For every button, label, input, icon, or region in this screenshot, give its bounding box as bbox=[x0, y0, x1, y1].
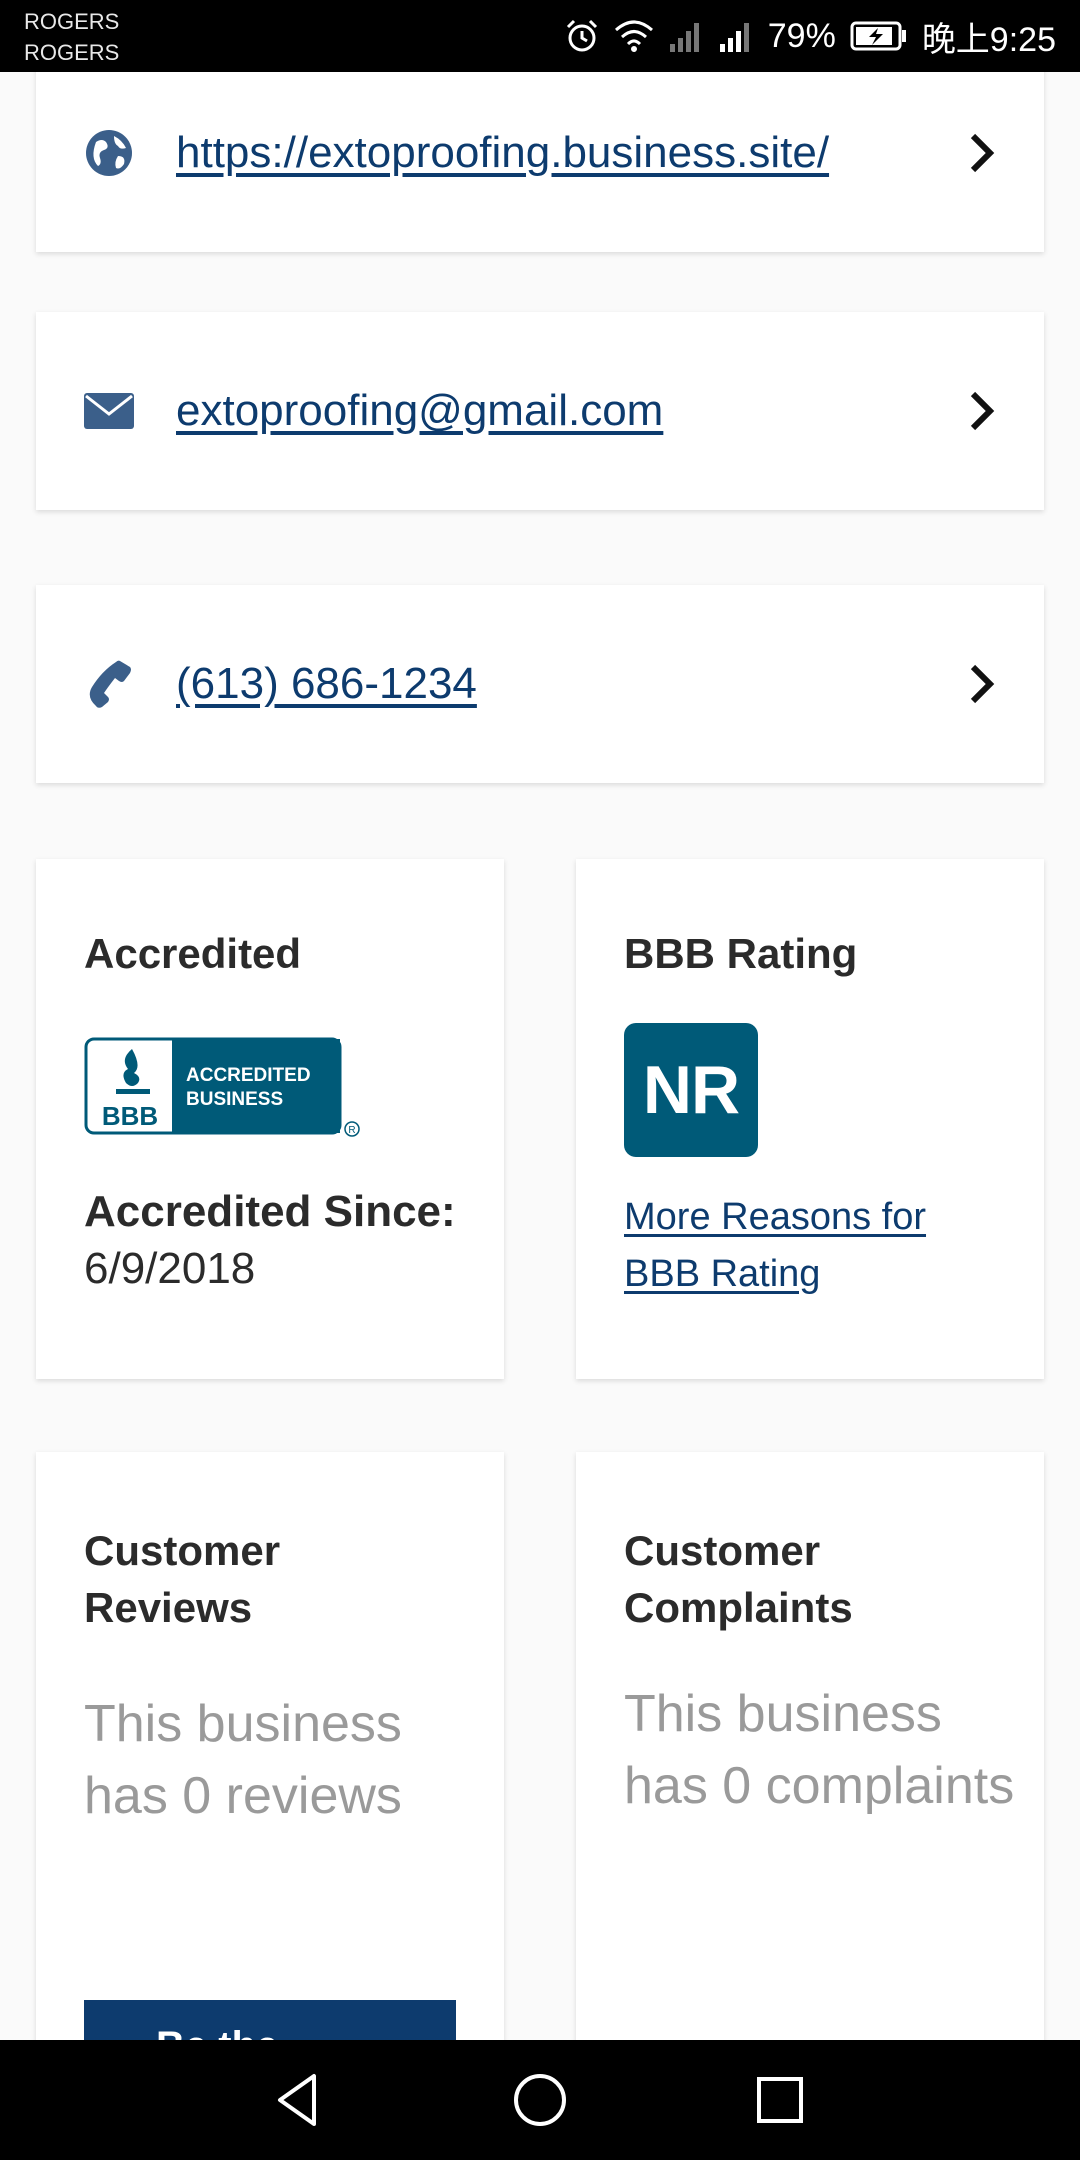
battery-percentage: 79% bbox=[767, 16, 836, 55]
back-icon[interactable] bbox=[270, 2070, 330, 2130]
svg-text:R: R bbox=[348, 1125, 355, 1136]
signal-icon bbox=[719, 23, 749, 52]
envelope-icon bbox=[84, 393, 134, 429]
battery-charging-icon bbox=[850, 21, 906, 51]
page-content: https://extoproofing.business.site/ exto… bbox=[0, 72, 1080, 2040]
home-icon[interactable] bbox=[510, 2070, 570, 2130]
phone-card[interactable]: (613) 686-1234 bbox=[36, 585, 1044, 783]
phone-icon bbox=[89, 660, 131, 708]
bbb-rating-card: BBB Rating NR More Reasons for BBB Ratin… bbox=[576, 859, 1044, 1379]
accredited-since-label: Accredited Since: bbox=[84, 1187, 456, 1236]
accredited-since: Accredited Since: 6/9/2018 bbox=[84, 1183, 504, 1297]
website-link[interactable]: https://extoproofing.business.site/ bbox=[176, 128, 829, 178]
recents-icon[interactable] bbox=[750, 2070, 810, 2130]
website-card[interactable]: https://extoproofing.business.site/ bbox=[36, 72, 1044, 252]
chevron-right-icon[interactable] bbox=[968, 389, 996, 433]
email-card[interactable]: extoproofing@gmail.com bbox=[36, 312, 1044, 510]
accredited-title: Accredited bbox=[84, 930, 302, 977]
customer-reviews-card: Customer Reviews This business has 0 rev… bbox=[36, 1452, 504, 2040]
carrier-line-1: ROGERS bbox=[24, 9, 120, 34]
customer-complaints-card: Customer Complaints This business has 0 … bbox=[576, 1452, 1044, 2040]
chevron-right-icon[interactable] bbox=[968, 131, 996, 175]
carrier-line-2: ROGERS bbox=[24, 40, 120, 65]
status-icons: 79% 晚上9:25 bbox=[564, 14, 1056, 59]
complaints-title: Customer Complaints bbox=[624, 1527, 853, 1631]
alarm-icon bbox=[566, 19, 597, 52]
more-reasons-link[interactable]: More Reasons for BBB Rating bbox=[624, 1189, 1004, 1303]
globe-icon bbox=[86, 130, 132, 176]
rating-badge: NR bbox=[624, 1023, 758, 1157]
phone-link[interactable]: (613) 686-1234 bbox=[176, 659, 477, 709]
signal-icon bbox=[669, 23, 699, 52]
accredited-since-value: 6/9/2018 bbox=[84, 1244, 256, 1293]
bbb-logo-line1: ACCREDITED bbox=[186, 1065, 311, 1086]
bbb-accredited-logo[interactable]: BBB ACCREDITED BUSINESS R bbox=[84, 1037, 364, 1141]
navigation-bar bbox=[0, 2040, 1080, 2160]
reviews-title: Customer Reviews bbox=[84, 1527, 281, 1631]
reviews-empty-text: This business has 0 reviews bbox=[84, 1695, 402, 1825]
chevron-right-icon[interactable] bbox=[968, 662, 996, 706]
carrier-label: ROGERS ROGERS bbox=[24, 6, 119, 68]
bbb-logo-brand: BBB bbox=[102, 1101, 158, 1131]
rating-title: BBB Rating bbox=[624, 930, 858, 977]
accredited-card: Accredited BBB ACCREDITED BUSINESS R Acc… bbox=[36, 859, 504, 1379]
email-link[interactable]: extoproofing@gmail.com bbox=[176, 386, 663, 436]
complaints-empty-text: This business has 0 complaints bbox=[624, 1685, 1015, 1815]
wifi-icon bbox=[614, 20, 653, 52]
bbb-logo-line2: BUSINESS bbox=[186, 1089, 283, 1110]
status-bar: ROGERS ROGERS 79% 晚上9:25 bbox=[0, 0, 1080, 72]
be-the-first-button[interactable]: Be the bbox=[84, 2000, 456, 2040]
clock: 晚上9:25 bbox=[921, 20, 1056, 59]
